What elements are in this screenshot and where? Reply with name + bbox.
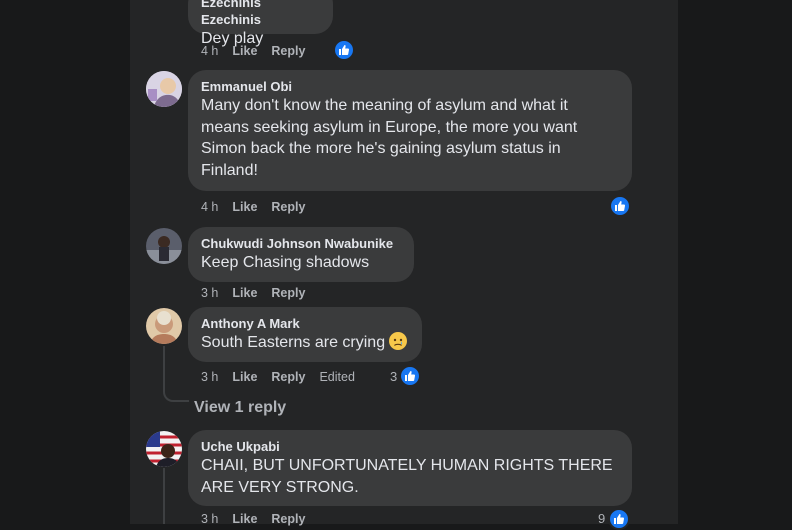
comment-actions: 4 h Like Reply (201, 200, 319, 214)
comment-author[interactable]: Ezechinis Ezechinis (201, 0, 320, 28)
comment-text-line: means seeking asylum in Europe, the more… (201, 118, 578, 136)
comment-text-line: ARE VERY STRONG. (201, 478, 359, 496)
comment-text: South Easterns are crying (201, 334, 386, 351)
crying-face-icon (389, 332, 408, 350)
comment-text-line: Simon back the more he's gaining asylum … (201, 140, 561, 157)
comment-actions: 4 h Like Reply (201, 44, 319, 58)
reply-thread-line (163, 468, 165, 524)
comments-panel: Ezechinis Ezechinis Dey play 4 h Like Repl… (130, 0, 678, 530)
comment-bubble: Emmanuel Obi Many don't know the meaning… (188, 70, 632, 191)
comment-text-row: South Easterns are crying (201, 332, 409, 354)
reply-button[interactable]: Reply (271, 370, 305, 384)
reaction-count[interactable]: 3 (390, 369, 397, 384)
like-reaction-icon[interactable] (399, 365, 421, 387)
avatar[interactable] (146, 308, 182, 344)
comment-author[interactable]: Uche Ukpabi (201, 438, 619, 455)
like-button[interactable]: Like (232, 370, 257, 384)
like-reaction-icon[interactable] (608, 508, 630, 530)
like-button[interactable]: Like (232, 286, 257, 300)
comment-text-line: Finland! (201, 161, 258, 179)
avatar[interactable] (146, 71, 182, 107)
comment-text: Keep Chasing shadows (201, 254, 370, 271)
comment-bubble: Uche Ukpabi CHAII, BUT UNFORTUNATELY HUM… (188, 430, 632, 506)
comment-author[interactable]: Chukwudi Johnson Nwabunike (201, 235, 401, 252)
reply-button[interactable]: Reply (271, 200, 305, 214)
comment-time[interactable]: 3 h (201, 370, 218, 384)
comment-bubble: Anthony A Mark South Easterns are crying (188, 307, 422, 362)
reply-thread-line (163, 346, 189, 402)
edited-label: Edited (319, 370, 355, 384)
reply-button[interactable]: Reply (271, 286, 305, 300)
comment-text-line: CHAII, BUT UNFORTUNATELY HUMAN RIGHTS TH… (201, 457, 613, 474)
comment-time[interactable]: 4 h (201, 44, 218, 58)
view-replies-link[interactable]: View 1 reply (194, 399, 286, 417)
reply-button[interactable]: Reply (271, 44, 305, 58)
comment-actions: 3 h Like Reply Edited (201, 370, 355, 384)
avatar[interactable] (146, 431, 182, 467)
comment-time[interactable]: 3 h (201, 286, 218, 300)
comment-author[interactable]: Emmanuel Obi (201, 78, 619, 95)
like-button[interactable]: Like (232, 200, 257, 214)
like-reaction-icon[interactable] (609, 195, 631, 217)
comment-actions: 3 h Like Reply (201, 286, 319, 300)
avatar[interactable] (146, 228, 182, 264)
comment-bubble: Chukwudi Johnson Nwabunike Keep Chasing … (188, 227, 414, 282)
comment-text-line: Many don't know the meaning of asylum an… (201, 97, 568, 114)
like-button[interactable]: Like (232, 44, 257, 58)
comment-author[interactable]: Anthony A Mark (201, 315, 409, 332)
comment-bubble: Ezechinis Ezechinis Dey play (188, 0, 333, 47)
like-reaction-icon[interactable] (333, 39, 355, 61)
comment-time[interactable]: 4 h (201, 200, 218, 214)
